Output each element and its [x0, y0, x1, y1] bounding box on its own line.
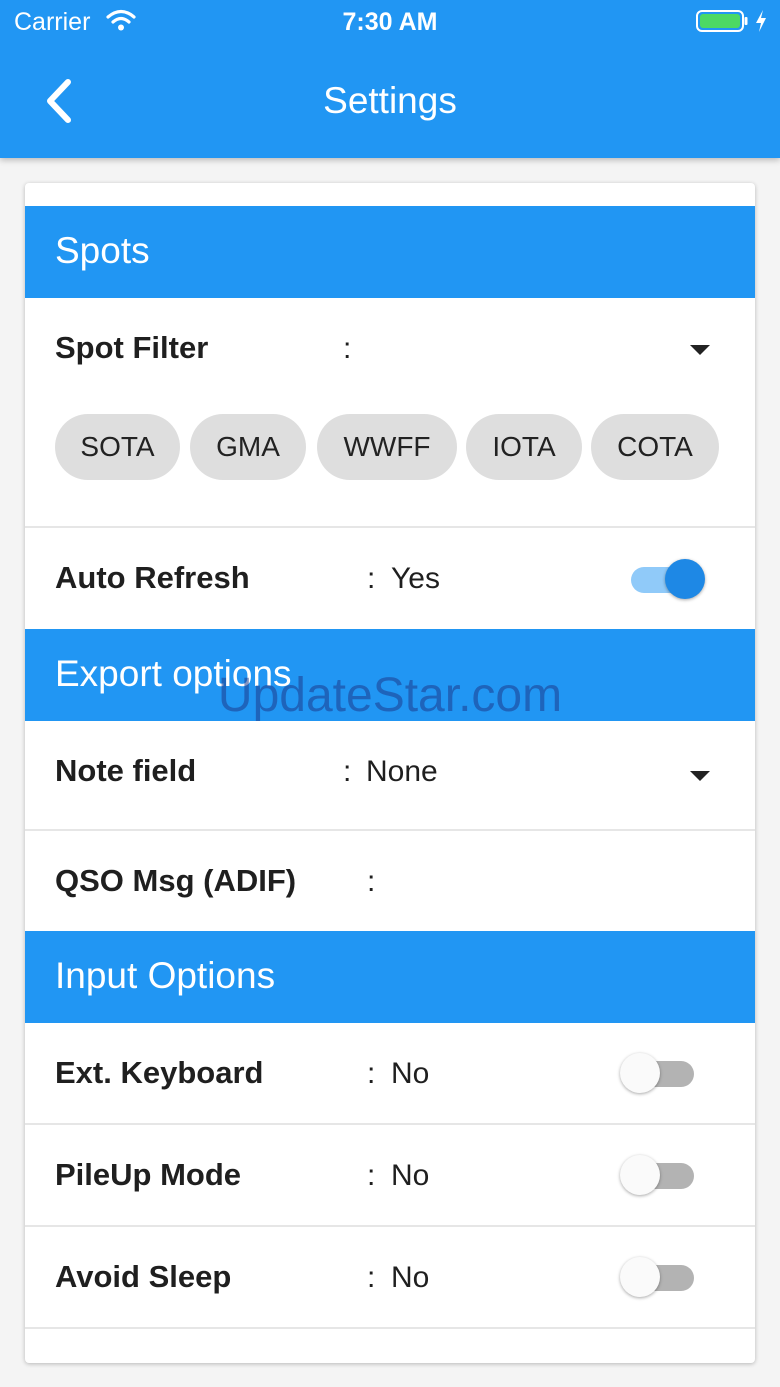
auto-refresh-toggle[interactable] — [625, 557, 705, 601]
settings-card: Spots Spot Filter : SOTA GMA WWFF IOTA C… — [25, 183, 755, 1363]
spot-filter-dropdown-icon[interactable] — [690, 345, 710, 355]
auto-refresh-row: Auto Refresh : Yes — [25, 528, 755, 628]
toggle-knob — [620, 1053, 660, 1093]
avoid-sleep-colon: : — [367, 1261, 376, 1294]
qso-msg-row[interactable]: QSO Msg (ADIF) : — [25, 831, 755, 931]
spot-filter-label: Spot Filter — [55, 330, 209, 365]
avoid-sleep-toggle[interactable] — [620, 1255, 700, 1299]
auto-refresh-label: Auto Refresh — [55, 560, 250, 595]
clock: 7:30 AM — [342, 8, 438, 36]
auto-refresh-colon: : — [367, 562, 376, 595]
toggle-knob — [620, 1155, 660, 1195]
pileup-mode-value: No — [391, 1159, 430, 1192]
toggle-knob — [620, 1257, 660, 1297]
note-field-row[interactable]: Note field : None — [25, 721, 755, 831]
note-field-dropdown-icon[interactable] — [690, 771, 710, 781]
toggle-knob — [665, 559, 705, 599]
auto-refresh-value: Yes — [391, 562, 440, 595]
ext-keyboard-row: Ext. Keyboard : No — [25, 1023, 755, 1125]
chip-iota[interactable]: IOTA — [466, 414, 582, 480]
top-bar: Carrier 7:30 AM Settings — [0, 0, 780, 158]
pileup-mode-toggle[interactable] — [620, 1153, 700, 1197]
avoid-sleep-label: Avoid Sleep — [55, 1259, 232, 1294]
chip-gma[interactable]: GMA — [190, 414, 306, 480]
page-title: Settings — [323, 80, 457, 121]
spot-filter-colon: : — [343, 332, 352, 365]
section-header-spots: Spots — [25, 206, 755, 298]
qso-msg-label: QSO Msg (ADIF) — [55, 863, 297, 898]
ext-keyboard-label: Ext. Keyboard — [55, 1055, 264, 1090]
charging-bolt-icon — [756, 10, 766, 32]
battery-icon — [696, 10, 748, 32]
settings-screen: Carrier 7:30 AM Settings Spots Spot Filt… — [0, 0, 780, 1387]
status-bar: Carrier 7:30 AM — [0, 0, 780, 44]
pileup-mode-label: PileUp Mode — [55, 1157, 242, 1192]
chip-cota[interactable]: COTA — [591, 414, 719, 480]
spot-filter-row: Spot Filter : — [25, 298, 755, 528]
chip-sota[interactable]: SOTA — [55, 414, 180, 480]
section-header-input-options: Input Options — [25, 931, 755, 1023]
note-field-colon: : — [343, 755, 352, 788]
note-field-value: None — [366, 755, 438, 788]
pileup-mode-row: PileUp Mode : No — [25, 1125, 755, 1227]
qso-msg-colon: : — [367, 865, 376, 898]
ext-keyboard-colon: : — [367, 1057, 376, 1090]
ext-keyboard-toggle[interactable] — [620, 1051, 700, 1095]
pileup-mode-colon: : — [367, 1159, 376, 1192]
avoid-sleep-row: Avoid Sleep : No — [25, 1227, 755, 1329]
avoid-sleep-value: No — [391, 1261, 430, 1294]
chip-wwff[interactable]: WWFF — [317, 414, 457, 480]
ext-keyboard-value: No — [391, 1057, 430, 1090]
note-field-label: Note field — [55, 753, 197, 788]
section-header-export-options: Export options — [25, 629, 755, 721]
